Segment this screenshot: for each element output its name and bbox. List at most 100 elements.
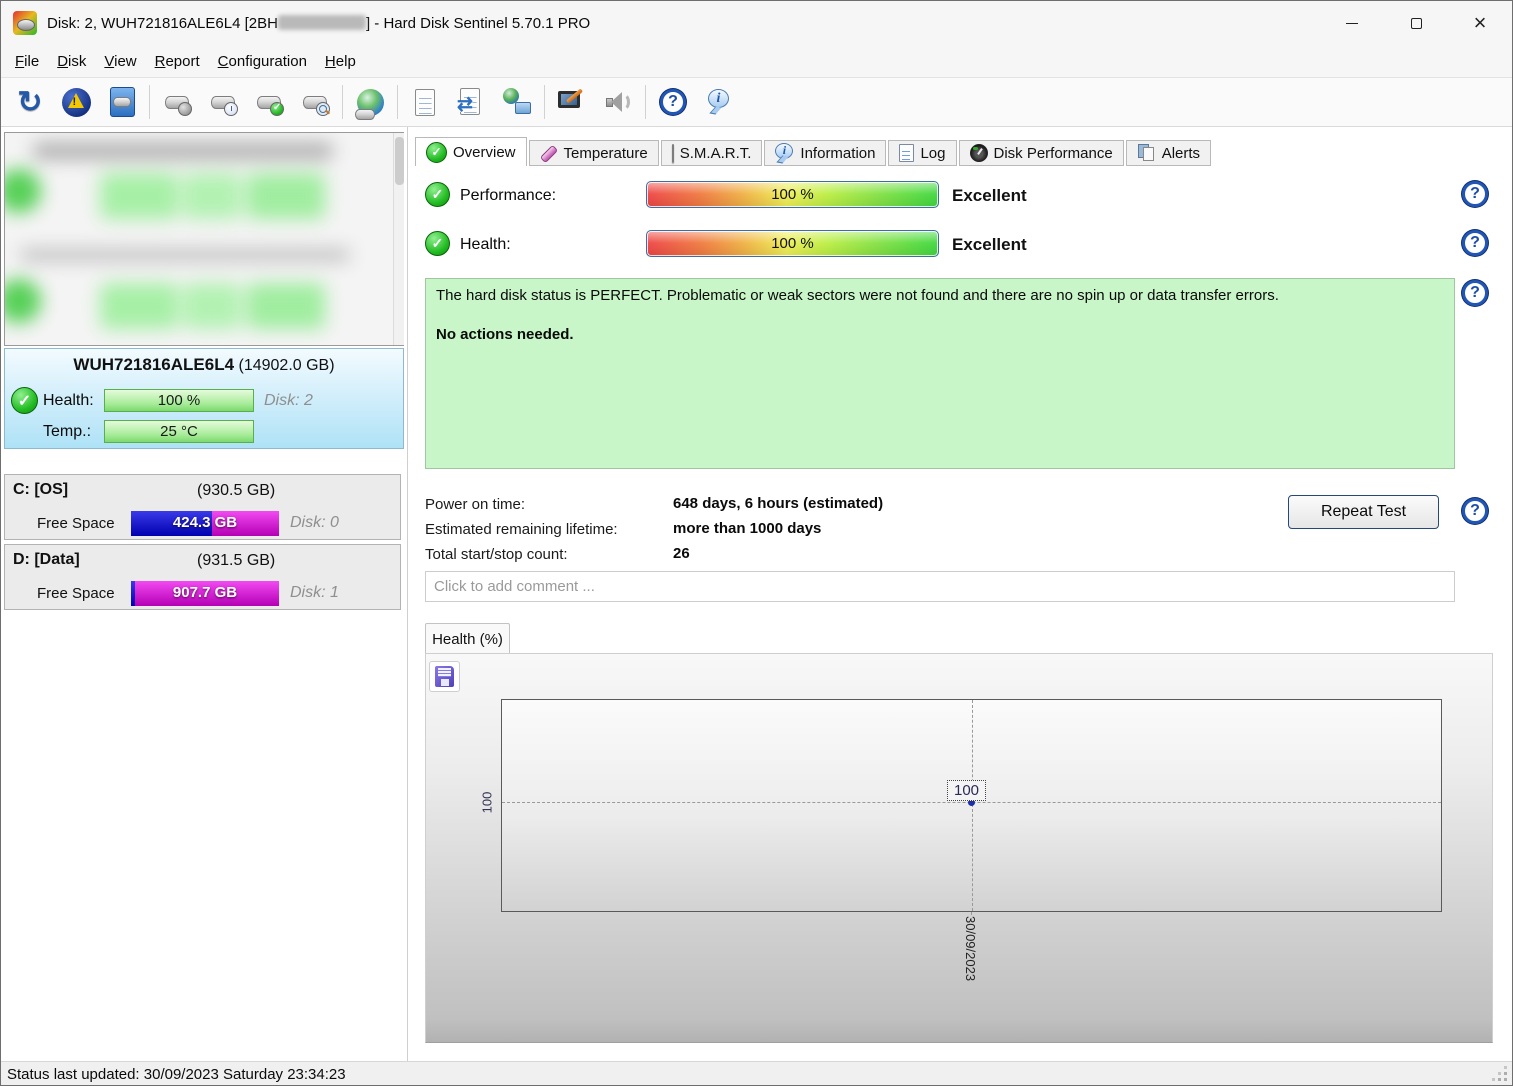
partition-c-name: C: [OS] [13,481,68,499]
health-check-icon: ✓ [425,231,450,256]
warning-glyph [62,88,91,117]
disk-surface-test-icon[interactable] [298,84,332,120]
toolbar-separator [342,85,343,119]
menu-configuration[interactable]: Configuration [209,49,316,74]
report-icon[interactable] [408,84,442,120]
send-report-icon[interactable]: ⇄ [454,84,488,120]
problems-warning-icon[interactable] [59,84,93,120]
remaining-lifetime-label: Estimated remaining lifetime: [425,521,618,538]
health-help-icon[interactable]: ? [1462,230,1488,256]
tab-smart[interactable]: S.M.A.R.T. [661,140,763,166]
tab-disk-performance[interactable]: Disk Performance [959,140,1124,166]
doc-glyph [415,89,435,116]
tab-alerts-label: Alerts [1162,145,1200,162]
performance-check-icon: ✓ [425,182,450,207]
tab-log[interactable]: Log [888,140,956,166]
tab-information[interactable]: i Information [764,140,886,166]
repeat-test-button[interactable]: Repeat Test [1288,495,1439,529]
minimize-icon [1346,23,1358,24]
minimize-button[interactable] [1320,1,1384,45]
about-info-icon[interactable]: i [702,84,736,120]
refresh-icon[interactable]: ↻ [13,84,47,120]
toolbar: ↻ ⇄ ? i [1,77,1512,127]
redacted-disk-rows [5,133,391,345]
partition-c-size: (930.5 GB) [197,482,275,500]
tab-strip: ✓ Overview Temperature S.M.A.R.T. i Info… [415,137,1213,166]
close-button[interactable]: × [1448,1,1512,45]
toolbar-separator [544,85,545,119]
network-glyph [502,87,532,117]
speaker-glyph [603,87,633,117]
selected-disk-size: (14902.0 GB) [239,357,335,374]
configuration-icon[interactable] [555,84,589,120]
network-icon[interactable] [500,84,534,120]
partition-d-name: D: [Data] [13,551,80,569]
performance-help-icon[interactable]: ? [1462,181,1488,207]
maximize-button[interactable] [1384,1,1448,45]
tab-temperature[interactable]: Temperature [529,140,659,166]
tab-log-label: Log [920,145,945,162]
partition-d-size: (931.5 GB) [197,552,275,570]
disk-clock-icon[interactable] [206,84,240,120]
hdd-glyph [303,96,327,109]
scrollbar-thumb[interactable] [395,137,404,185]
disk-check-icon[interactable] [252,84,286,120]
power-on-time-label: Power on time: [425,496,525,513]
hard-disk-sentinel-window: Disk: 2, WUH721816ALE6L4 [2BH] - Hard Di… [0,0,1513,1086]
remaining-lifetime-value: more than 1000 days [673,520,821,537]
maximize-icon [1411,18,1422,29]
overview-check-icon: ✓ [426,142,447,163]
help-toolbar-icon[interactable]: ? [656,84,690,120]
menu-file[interactable]: File [6,49,48,74]
disk-panel-icon[interactable] [105,84,139,120]
selected-disk-name: WUH721816ALE6L4 [73,355,234,374]
temp-value-bar: 25 °C [104,420,254,443]
sidebar-divider [407,127,408,1061]
disk-list-scrollbar[interactable] [393,133,404,345]
statusbar: Status last updated: 30/09/2023 Saturday… [1,1061,1512,1086]
menubar: File Disk View Report Configuration Help [1,45,1512,77]
tab-disk-performance-label: Disk Performance [994,145,1113,162]
log-doc-icon [899,144,914,162]
monitor-pen-glyph [557,87,587,117]
disk-list-blurred[interactable] [4,132,404,346]
partition-c-free-label: Free Space [37,515,115,532]
smart-disk-icon [672,145,674,162]
disk-gauge-icon[interactable] [160,84,194,120]
resize-grip[interactable] [1504,1078,1507,1081]
y-axis-tick-label: 100 [480,785,495,821]
window-title-prefix: Disk: 2, WUH721816ALE6L4 [2BH [47,15,278,32]
partition-c-free-bar: 424.3 GB [131,511,279,536]
partition-d-disk-label: Disk: 1 [290,584,339,602]
send-glyph: ⇄ [456,87,486,117]
hdd-glyph [211,96,235,109]
repeat-test-help-icon[interactable]: ? [1462,498,1488,524]
status-help-icon[interactable]: ? [1462,280,1488,306]
information-icon: i [775,143,794,164]
health-chart-tab[interactable]: Health (%) [425,623,510,654]
health-rating: Excellent [952,235,1027,255]
sounds-icon[interactable] [601,84,635,120]
disk-index-label: Disk: 2 [264,392,313,410]
health-value-bar: 100 % [104,389,254,412]
panel-glyph [110,87,135,117]
performance-bar: 100 % [646,181,939,208]
tab-overview[interactable]: ✓ Overview [415,137,527,166]
menu-help[interactable]: Help [316,49,365,74]
floppy-save-icon [435,666,454,687]
redacted-serial [278,15,366,30]
tab-alerts[interactable]: Alerts [1126,140,1211,166]
temp-label: Temp.: [43,423,91,441]
comment-input[interactable] [425,571,1455,602]
menu-view[interactable]: View [95,49,145,74]
online-world-disk-icon[interactable] [353,84,387,120]
tab-overview-label: Overview [453,144,516,161]
disk-health-check-icon: ✓ [11,387,38,414]
menu-report[interactable]: Report [146,49,209,74]
selected-disk-name-line: WUH721816ALE6L4 (14902.0 GB) [4,355,404,375]
toolbar-separator [397,85,398,119]
start-stop-count-value: 26 [673,545,690,562]
question-glyph: ? [660,89,686,115]
menu-disk[interactable]: Disk [48,49,95,74]
save-chart-button[interactable] [429,661,460,692]
